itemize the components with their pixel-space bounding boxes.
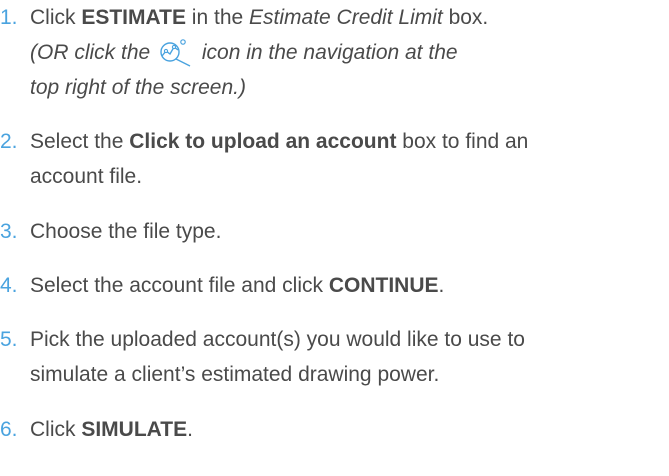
step-1-line-3: top right of the screen.) [30,76,246,99]
text: box. [442,6,489,29]
step-number: 6. [0,418,18,441]
step-5-line-1: Pick the uploaded account(s) you would l… [30,328,525,351]
text: Click [30,6,82,29]
step-number: 4. [0,274,18,297]
step-2-line-1: Select the Click to upload an account bo… [30,124,669,159]
text: (OR click the [30,41,157,64]
step-5-line-2: simulate a client’s estimated drawing po… [30,363,440,386]
text: box to find an [396,130,529,153]
step-4-line-1: Select the account file and click CONTIN… [30,268,669,303]
simulate-label: SIMULATE [81,418,188,441]
step-5: 5. Pick the uploaded account(s) you woul… [0,322,669,392]
step-number: 5. [0,328,18,351]
step-number: 3. [0,220,18,243]
text: in the [185,6,250,29]
estimate-chart-icon [156,37,196,67]
continue-label: CONTINUE [328,274,439,297]
step-1: 1. Click ESTIMATE in the Estimate Credit… [0,0,669,105]
step-1-line-2: (OR click the icon in the navigation at … [30,35,669,70]
text: Click [30,418,82,441]
step-3: 3. Choose the file type. [0,214,669,249]
text: Select the account file and click [30,274,329,297]
step-3-line-1: Choose the file type. [30,220,222,243]
text: icon in the navigation at the [196,41,458,64]
step-number: 1. [0,6,18,29]
step-number: 2. [0,130,18,153]
text: . [438,274,445,297]
estimate-label: ESTIMATE [81,6,186,29]
step-2: 2. Select the Click to upload an account… [0,124,669,194]
text: Select the [30,130,130,153]
text: . [187,418,193,441]
step-1-line-1: Click ESTIMATE in the Estimate Credit Li… [30,0,669,35]
upload-box-label: Click to upload an account [129,130,397,153]
step-4: 4. Select the account file and click CON… [0,268,669,303]
step-6: 6. Click SIMULATE. [0,412,669,447]
step-2-line-2: account file. [30,165,143,188]
estimate-credit-limit-label: Estimate Credit Limit [249,6,443,29]
step-6-line-1: Click SIMULATE. [30,412,669,447]
